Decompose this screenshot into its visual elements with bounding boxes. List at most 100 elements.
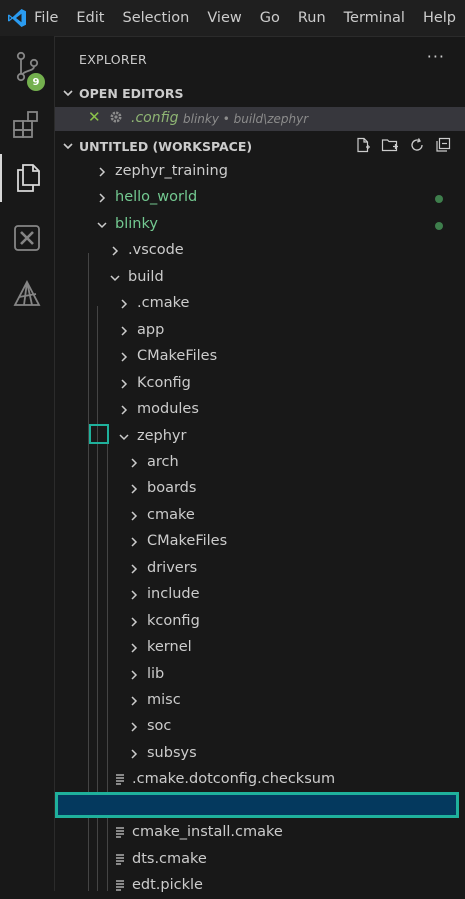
menu-run[interactable]: Run bbox=[289, 0, 335, 36]
refresh-icon[interactable] bbox=[409, 137, 425, 156]
xtensa-icon[interactable] bbox=[0, 214, 54, 262]
tree-folder-row[interactable]: hello_world bbox=[55, 185, 465, 211]
tree-item-label: cmake_install.cmake bbox=[132, 824, 283, 840]
new-file-icon[interactable] bbox=[355, 137, 371, 156]
chevron-right-icon[interactable] bbox=[127, 503, 141, 529]
tree-item-label: dts.cmake bbox=[132, 851, 207, 867]
chevron-right-icon[interactable] bbox=[108, 238, 122, 264]
chevron-right-icon[interactable] bbox=[127, 450, 141, 476]
tree-item-label: zephyr bbox=[137, 428, 187, 444]
tree-folder-row[interactable]: kconfig bbox=[55, 609, 465, 635]
file-lines-icon bbox=[115, 773, 125, 789]
chevron-right-icon[interactable] bbox=[127, 688, 141, 714]
tree-item-label: kconfig bbox=[147, 613, 200, 629]
extensions-icon[interactable] bbox=[0, 100, 54, 148]
tree-folder-row[interactable]: modules bbox=[55, 397, 465, 423]
tree-folder-row[interactable]: app bbox=[55, 318, 465, 344]
tree-item-label: .cmake bbox=[137, 295, 190, 311]
selected-row-outline bbox=[55, 792, 459, 818]
open-editors-title: OPEN EDITORS bbox=[79, 85, 184, 101]
tree-item-label: zephyr_training bbox=[115, 163, 228, 179]
tree-folder-row[interactable]: drivers bbox=[55, 556, 465, 582]
menu-go[interactable]: Go bbox=[251, 0, 289, 36]
close-icon[interactable]: ✕ bbox=[88, 108, 101, 126]
menu-help[interactable]: Help bbox=[414, 0, 465, 36]
more-actions-button[interactable]: ··· bbox=[427, 47, 445, 66]
chevron-down-icon[interactable] bbox=[95, 212, 109, 238]
source-control-icon[interactable]: 9 bbox=[0, 42, 54, 91]
tree-folder-row[interactable]: subsys bbox=[55, 741, 465, 767]
tree-folder-row[interactable]: .cmake bbox=[55, 291, 465, 317]
chevron-down-icon[interactable] bbox=[117, 424, 131, 450]
menu-edit[interactable]: Edit bbox=[67, 0, 113, 36]
tree-item-label: modules bbox=[137, 401, 199, 417]
tree-item-label: kernel bbox=[147, 639, 192, 655]
menu-view[interactable]: View bbox=[198, 0, 250, 36]
tree-item-label: .cmake.dotconfig.checksum bbox=[132, 771, 336, 787]
chevron-right-icon[interactable] bbox=[117, 397, 131, 423]
chevron-right-icon[interactable] bbox=[127, 556, 141, 582]
open-editor-description: blinky • build\zephyr bbox=[183, 112, 309, 126]
tree-file-row[interactable]: cmake_install.cmake bbox=[55, 820, 465, 846]
tree-folder-row[interactable]: Kconfig bbox=[55, 371, 465, 397]
explorer-title: EXPLORER bbox=[79, 52, 148, 67]
chevron-right-icon[interactable] bbox=[117, 291, 131, 317]
tree-folder-row[interactable]: kernel bbox=[55, 635, 465, 661]
chevron-right-icon[interactable] bbox=[117, 371, 131, 397]
tree-folder-row[interactable]: zephyr bbox=[55, 424, 465, 450]
file-lines-icon bbox=[115, 826, 125, 842]
menu-selection[interactable]: Selection bbox=[113, 0, 198, 36]
tree-folder-row[interactable]: lib bbox=[55, 662, 465, 688]
chevron-down-icon[interactable] bbox=[108, 265, 122, 291]
tree-folder-row[interactable]: CMakeFiles bbox=[55, 529, 465, 555]
chevron-right-icon[interactable] bbox=[127, 476, 141, 502]
workspace-title: UNTITLED (WORKSPACE) bbox=[79, 138, 253, 154]
chevron-right-icon[interactable] bbox=[95, 185, 109, 211]
chevron-right-icon[interactable] bbox=[127, 635, 141, 661]
tree-folder-row[interactable]: build bbox=[55, 265, 465, 291]
tree-folder-row[interactable]: blinky bbox=[55, 212, 465, 238]
chevron-down-icon bbox=[57, 87, 79, 99]
chevron-right-icon[interactable] bbox=[127, 582, 141, 608]
tree-folder-row[interactable]: zephyr_training bbox=[55, 159, 465, 185]
tree-folder-row[interactable]: boards bbox=[55, 476, 465, 502]
tree-file-row[interactable]: dts.cmake bbox=[55, 847, 465, 873]
chevron-right-icon[interactable] bbox=[117, 318, 131, 344]
new-folder-icon[interactable] bbox=[381, 137, 399, 156]
chevron-right-icon[interactable] bbox=[95, 159, 109, 185]
tree-folder-row[interactable]: soc bbox=[55, 714, 465, 740]
tree-item-label: boards bbox=[147, 480, 197, 496]
open-editors-header[interactable]: OPEN EDITORS bbox=[55, 81, 465, 105]
menu-file[interactable]: File bbox=[34, 0, 67, 36]
chevron-right-icon[interactable] bbox=[127, 662, 141, 688]
gear-icon bbox=[109, 110, 123, 128]
vscode-logo-icon bbox=[0, 0, 34, 36]
open-editor-item[interactable]: ✕ .config blinky • build\zephyr bbox=[55, 107, 465, 131]
tree-folder-row[interactable]: misc bbox=[55, 688, 465, 714]
chevron-right-icon[interactable] bbox=[127, 741, 141, 767]
tree-folder-row[interactable]: include bbox=[55, 582, 465, 608]
workspace-header[interactable]: UNTITLED (WORKSPACE) bbox=[55, 134, 465, 158]
activity-bar: 9 bbox=[0, 36, 55, 891]
file-lines-icon bbox=[115, 853, 125, 869]
collapse-all-icon[interactable] bbox=[435, 137, 451, 156]
tree-file-row[interactable]: .cmake.dotconfig.checksum bbox=[55, 767, 465, 793]
tree-folder-row[interactable]: arch bbox=[55, 450, 465, 476]
git-status-dot bbox=[435, 195, 443, 203]
chevron-right-icon[interactable] bbox=[117, 344, 131, 370]
tree-item-label: drivers bbox=[147, 560, 198, 576]
tree-item-label: app bbox=[137, 322, 165, 338]
menu-terminal[interactable]: Terminal bbox=[335, 0, 414, 36]
highlight-box bbox=[89, 424, 109, 444]
tree-folder-row[interactable]: .vscode bbox=[55, 238, 465, 264]
explorer-icon[interactable] bbox=[0, 154, 54, 202]
tree-item-label: misc bbox=[147, 692, 181, 708]
tree-file-row[interactable]: edt.pickle bbox=[55, 873, 465, 899]
workspace-actions bbox=[355, 134, 451, 158]
nrf-connect-icon[interactable] bbox=[0, 270, 54, 318]
tree-folder-row[interactable]: cmake bbox=[55, 503, 465, 529]
chevron-right-icon[interactable] bbox=[127, 529, 141, 555]
chevron-right-icon[interactable] bbox=[127, 609, 141, 635]
chevron-right-icon[interactable] bbox=[127, 714, 141, 740]
tree-folder-row[interactable]: CMakeFiles bbox=[55, 344, 465, 370]
